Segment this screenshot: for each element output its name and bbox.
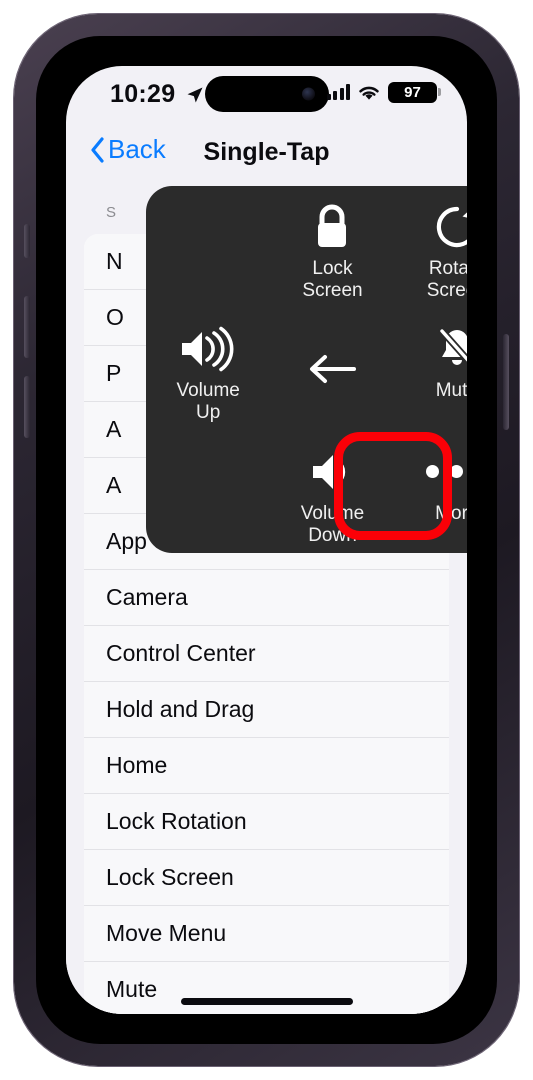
phone-frame: 10:29 97 Back Single-Tap S N O P A A App… <box>14 14 519 1066</box>
settings-row-label: Home <box>106 752 168 778</box>
menu-item-back[interactable] <box>270 308 394 430</box>
battery-level-text: 97 <box>404 83 421 101</box>
section-header: S <box>106 204 117 221</box>
bell-slash-icon <box>433 324 467 374</box>
volume-down-icon <box>309 447 355 497</box>
lock-icon <box>310 202 354 252</box>
settings-row-label: Lock Screen <box>106 864 234 890</box>
volume-down-button[interactable] <box>24 376 30 438</box>
settings-row[interactable]: Move Menu <box>84 906 449 962</box>
phone-bezel: 10:29 97 Back Single-Tap S N O P A A App… <box>36 36 497 1044</box>
settings-row[interactable]: Lock Rotation <box>84 794 449 850</box>
silent-switch[interactable] <box>24 224 30 258</box>
location-arrow-icon <box>187 87 203 103</box>
settings-row-label: Hold and Drag <box>106 696 255 722</box>
settings-row-label: Move Menu <box>106 920 227 946</box>
signal-bars-icon <box>326 84 350 100</box>
menu-item-more[interactable]: More <box>395 431 467 553</box>
battery-indicator: 97 <box>388 81 441 103</box>
settings-row[interactable]: Control Center <box>84 626 449 682</box>
menu-item-volume-up[interactable]: Volume Up <box>146 308 270 430</box>
menu-item-lock-screen[interactable]: Lock Screen <box>270 186 394 308</box>
menu-item-label: Rotate Screen <box>426 258 467 301</box>
status-bar: 10:29 97 <box>66 66 467 128</box>
status-indicators: 97 <box>326 80 441 104</box>
menu-item-rotate-screen[interactable]: Rotate Screen <box>395 186 467 308</box>
phone-screen: 10:29 97 Back Single-Tap S N O P A A App… <box>66 66 467 1014</box>
settings-row[interactable]: Lock Screen <box>84 850 449 906</box>
menu-item-label: Mute <box>435 380 467 402</box>
home-indicator[interactable] <box>180 998 353 1005</box>
settings-row-label: Lock Rotation <box>106 808 247 834</box>
battery-nub-icon <box>438 88 441 96</box>
settings-row[interactable]: Mute <box>84 962 449 1014</box>
menu-item-label: More <box>435 502 467 524</box>
dynamic-island <box>204 76 329 112</box>
settings-row[interactable]: Home <box>84 738 449 794</box>
menu-item-volume-down[interactable]: Volume Down <box>270 431 394 553</box>
back-arrow-icon <box>308 344 357 394</box>
volume-up-icon <box>178 324 238 374</box>
settings-row[interactable]: Camera <box>84 570 449 626</box>
settings-row-label: Control Center <box>106 640 256 666</box>
status-time: 10:29 <box>110 80 176 108</box>
settings-row[interactable]: Hold and Drag <box>84 682 449 738</box>
volume-up-button[interactable] <box>24 296 30 358</box>
menu-item-label: Volume Up <box>176 380 240 424</box>
page-title: Single-Tap <box>203 138 330 166</box>
ellipsis-icon <box>426 447 467 497</box>
settings-row-label: Camera <box>106 584 188 610</box>
rotate-icon <box>433 202 467 252</box>
power-button[interactable] <box>503 334 509 430</box>
assistive-touch-menu[interactable]: Lock Screen Rotate Screen <box>146 186 467 553</box>
menu-item-mute[interactable]: Mute <box>395 308 467 430</box>
wifi-icon <box>359 86 379 100</box>
navigation-bar: Back Single-Tap <box>66 128 467 182</box>
menu-item-label: Lock Screen <box>302 258 363 301</box>
menu-item-label: Volume Down <box>300 502 365 546</box>
front-camera-icon <box>301 87 315 101</box>
